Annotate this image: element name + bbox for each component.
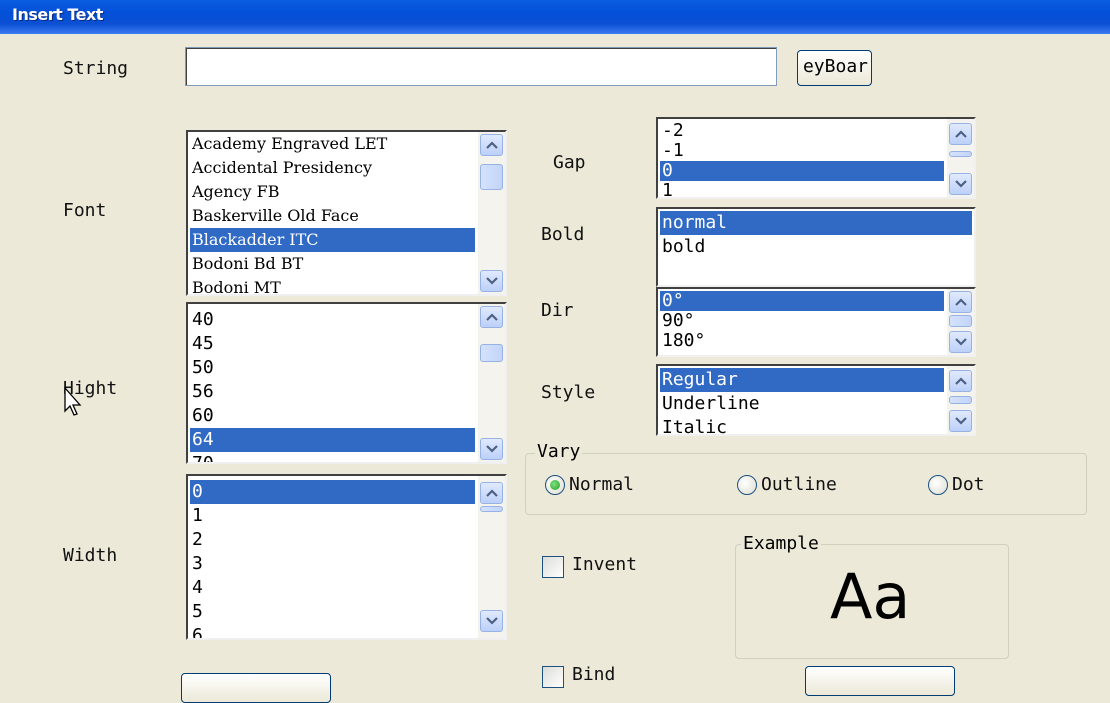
list-item[interactable]: Accidental Presidency [190, 156, 475, 180]
list-item[interactable]: Blackadder ITC [190, 228, 475, 252]
string-input[interactable] [185, 47, 777, 86]
list-item[interactable]: 64 [190, 428, 475, 452]
scroll-up-icon[interactable] [480, 134, 503, 156]
list-item[interactable]: 0 [660, 161, 944, 181]
scroll-up-icon[interactable] [480, 482, 503, 504]
bold-list[interactable]: normal bold [656, 207, 976, 287]
dir-list[interactable]: 0° 90° 180° [656, 287, 976, 357]
title-bar: Insert Text [0, 0, 1110, 34]
radio-dot-icon [550, 480, 560, 490]
list-item[interactable]: Bodoni Bd BT [190, 252, 475, 276]
list-item[interactable]: Italic [660, 416, 944, 434]
vary-normal-radio[interactable] [545, 475, 565, 495]
width-label: Width [63, 545, 118, 566]
scroll-thumb[interactable] [480, 506, 503, 512]
bold-label: Bold [541, 224, 585, 245]
list-item[interactable]: 180° [660, 331, 944, 351]
gap-list-scrollbar[interactable] [947, 119, 974, 197]
list-item[interactable]: Academy Engraved LET [190, 132, 475, 156]
list-item[interactable]: 45 [190, 332, 475, 356]
list-item[interactable]: Agency FB [190, 180, 475, 204]
cancel-button[interactable] [805, 666, 955, 696]
scroll-down-icon[interactable] [480, 270, 503, 292]
list-item[interactable]: 1 [190, 504, 475, 528]
list-item[interactable]: bold [660, 235, 972, 259]
dir-list-scrollbar[interactable] [947, 289, 974, 355]
style-list[interactable]: Regular Underline Italic [656, 364, 976, 436]
mouse-cursor-icon [64, 387, 82, 416]
list-item[interactable]: 0° [660, 291, 944, 311]
list-item[interactable]: Regular [660, 368, 944, 392]
list-item[interactable]: 0 [190, 480, 475, 504]
scroll-down-icon[interactable] [949, 331, 972, 353]
list-item[interactable]: Underline [660, 392, 944, 416]
list-item[interactable]: 2 [190, 528, 475, 552]
gap-list[interactable]: -2 -1 0 1 [656, 117, 976, 199]
vary-dot-label[interactable]: Dot [952, 474, 985, 495]
list-item[interactable]: 90° [660, 311, 944, 331]
scroll-up-icon[interactable] [949, 123, 972, 145]
scroll-down-icon[interactable] [949, 410, 972, 432]
invent-checkbox[interactable] [542, 556, 564, 578]
font-label: Font [63, 200, 107, 221]
vary-outline-radio[interactable] [737, 475, 757, 495]
style-list-scrollbar[interactable] [947, 366, 974, 434]
list-item[interactable]: -2 [660, 121, 944, 141]
dir-label: Dir [541, 300, 574, 321]
scroll-thumb[interactable] [480, 164, 503, 190]
scroll-down-icon[interactable] [480, 610, 503, 632]
scroll-up-icon[interactable] [949, 291, 972, 313]
height-list-scrollbar[interactable] [478, 304, 505, 462]
list-item[interactable]: 40 [190, 308, 475, 332]
list-item[interactable]: 4 [190, 576, 475, 600]
list-item[interactable]: 5 [190, 600, 475, 624]
vary-normal-label[interactable]: Normal [569, 474, 634, 495]
example-legend: Example [741, 533, 821, 554]
example-preview: Aa [830, 560, 911, 633]
list-item[interactable]: normal [660, 211, 972, 235]
gap-label: Gap [553, 152, 586, 173]
scroll-down-icon[interactable] [480, 438, 503, 460]
invent-label[interactable]: Invent [572, 554, 637, 575]
vary-legend: Vary [535, 441, 583, 462]
scroll-up-icon[interactable] [949, 370, 972, 392]
list-item[interactable]: 56 [190, 380, 475, 404]
scroll-up-icon[interactable] [480, 306, 503, 328]
width-list-scrollbar[interactable] [478, 476, 505, 638]
height-list[interactable]: 40 45 50 56 60 64 70 [186, 302, 507, 464]
scroll-down-icon[interactable] [949, 173, 972, 195]
scroll-thumb[interactable] [480, 344, 503, 362]
font-list[interactable]: Academy Engraved LET Accidental Presidenc… [186, 130, 507, 296]
list-item[interactable]: 50 [190, 356, 475, 380]
list-item[interactable]: 60 [190, 404, 475, 428]
list-item[interactable]: 70 [190, 452, 475, 462]
keyboard-button[interactable]: eyBoar [797, 50, 872, 86]
vary-outline-label[interactable]: Outline [761, 474, 837, 495]
style-label: Style [541, 382, 596, 403]
vary-dot-radio[interactable] [928, 475, 948, 495]
scroll-thumb[interactable] [949, 151, 972, 157]
string-label: String [63, 58, 129, 79]
bind-label[interactable]: Bind [572, 664, 615, 685]
list-item[interactable]: Bodoni MT [190, 276, 475, 294]
list-item[interactable]: 3 [190, 552, 475, 576]
font-list-scrollbar[interactable] [478, 132, 505, 294]
ok-button[interactable] [181, 673, 331, 703]
scroll-thumb[interactable] [949, 315, 972, 327]
list-item[interactable]: 6 [190, 624, 475, 638]
width-list[interactable]: 0123456 [186, 474, 507, 640]
list-item[interactable]: 1 [660, 181, 944, 198]
window-title: Insert Text [12, 5, 103, 24]
list-item[interactable]: -1 [660, 141, 944, 161]
bind-checkbox[interactable] [542, 666, 564, 688]
scroll-thumb[interactable] [949, 396, 972, 404]
list-item[interactable]: Baskerville Old Face [190, 204, 475, 228]
